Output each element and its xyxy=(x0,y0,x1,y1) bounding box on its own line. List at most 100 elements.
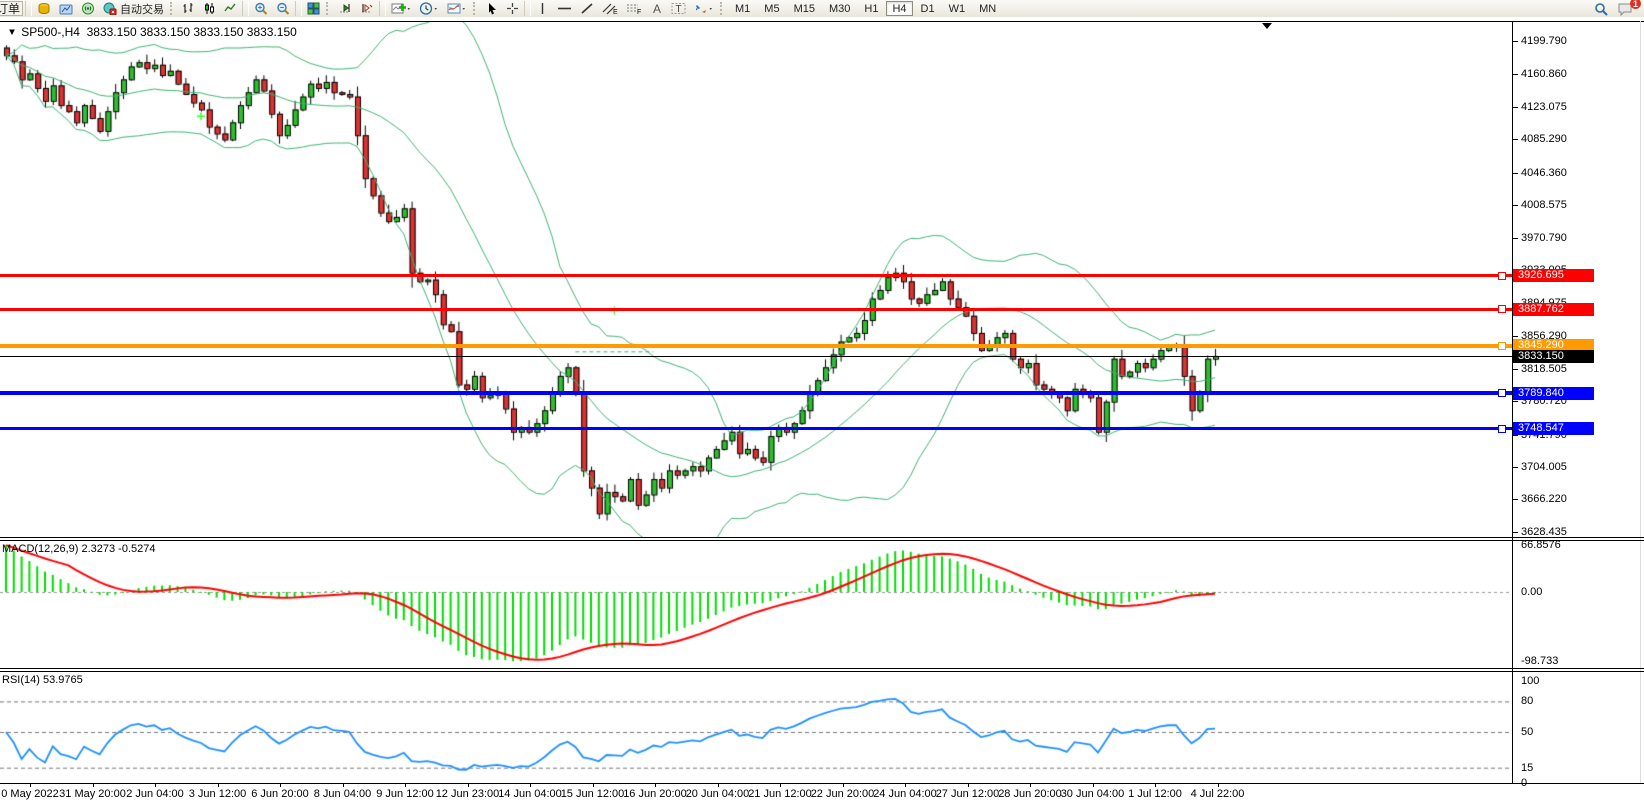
price-tick-label: 4008.575 xyxy=(1521,199,1567,212)
candlestick-chart-button[interactable] xyxy=(200,1,219,16)
horizontal-level-line[interactable] xyxy=(0,274,1512,278)
rsi-axis-label: 15 xyxy=(1521,761,1534,774)
toolbar-separator xyxy=(25,1,33,16)
chart-window: ▼ SP500-,H4 3833.150 3833.150 3833.150 3… xyxy=(0,17,1644,804)
rsi-canvas[interactable] xyxy=(0,673,1512,783)
hline-end-marker[interactable] xyxy=(1498,389,1506,398)
macd-canvas[interactable] xyxy=(0,541,1512,667)
price-tick-label: 4160.860 xyxy=(1521,68,1567,81)
text-button[interactable]: A xyxy=(647,1,666,16)
trendline-button[interactable] xyxy=(577,1,597,16)
timeframe-group: M1 M5 M15 M30 H1 H4 D1 W1 MN xyxy=(728,1,1003,16)
timeframe-mn[interactable]: MN xyxy=(973,1,1002,16)
price-tick xyxy=(1512,499,1518,501)
horizontal-line-button[interactable] xyxy=(554,1,575,16)
periods-button[interactable] xyxy=(416,1,442,16)
price-tick xyxy=(1512,139,1518,141)
time-tick-label: 1 Jul 12:00 xyxy=(1128,788,1182,800)
search-button[interactable] xyxy=(1591,1,1612,16)
chart-shift-button[interactable] xyxy=(357,1,377,16)
add-indicator-button[interactable] xyxy=(388,1,414,16)
notification-badge: 1 xyxy=(1630,0,1641,9)
new-chart-icon xyxy=(38,3,50,15)
periods-clock-icon xyxy=(419,2,438,15)
candlestick-chart-icon xyxy=(205,3,215,14)
price-tick-label: 4199.790 xyxy=(1521,34,1567,47)
crosshair-button[interactable] xyxy=(503,1,522,16)
auto-scroll-button[interactable] xyxy=(335,1,355,16)
time-tick-label: 31 May 20:00 xyxy=(59,788,126,800)
toolbar-grip xyxy=(326,2,332,15)
time-tick-label: 28 Jun 20:00 xyxy=(998,788,1062,800)
trendline-icon xyxy=(581,3,593,14)
hline-end-marker[interactable] xyxy=(1498,341,1506,350)
templates-button[interactable] xyxy=(444,1,470,16)
time-tick xyxy=(780,784,781,787)
time-tick-label: 27 Jun 12:00 xyxy=(935,788,1000,800)
horizontal-level-line[interactable] xyxy=(0,427,1512,431)
price-tick-label: 4123.075 xyxy=(1521,100,1567,113)
signals-button[interactable] xyxy=(78,1,98,16)
timeframe-w1[interactable]: W1 xyxy=(943,1,972,16)
time-tick xyxy=(655,784,656,787)
hline-end-marker[interactable] xyxy=(1498,424,1506,433)
text-label-icon: T xyxy=(671,3,686,15)
tile-windows-button[interactable] xyxy=(304,1,323,16)
price-tick-label: 3970.790 xyxy=(1521,231,1567,244)
time-tick xyxy=(1030,784,1031,787)
hline-end-marker[interactable] xyxy=(1498,305,1506,314)
timeframe-m30[interactable]: M30 xyxy=(823,1,856,16)
toolbar-separator xyxy=(524,1,532,16)
chart-shift-marker[interactable] xyxy=(1262,23,1272,29)
bar-chart-button[interactable] xyxy=(179,1,198,16)
horizontal-level-line[interactable] xyxy=(0,391,1512,396)
new-order-button[interactable]: 订单 xyxy=(0,1,24,16)
vertical-line-button[interactable] xyxy=(533,1,552,16)
time-tick xyxy=(717,784,719,787)
new-chart-button[interactable] xyxy=(34,1,54,16)
timeframe-h4[interactable]: H4 xyxy=(886,1,913,16)
price-tick xyxy=(1512,336,1518,338)
arrows-button[interactable] xyxy=(691,1,717,16)
time-tick-label: 14 Jun 04:00 xyxy=(498,788,562,800)
price-tick xyxy=(1512,531,1518,533)
pane-separator[interactable] xyxy=(0,671,1644,672)
line-chart-button[interactable] xyxy=(221,1,240,16)
price-tick xyxy=(1512,205,1518,207)
mt4-terminal: 订单 自动交易 E F A T M1 M5 M15 M30 H1 H4 D1 W… xyxy=(0,0,1644,804)
fibonacci-button[interactable]: F xyxy=(623,1,645,16)
chat-button[interactable]: 1 xyxy=(1614,0,1641,16)
timeframe-m5[interactable]: M5 xyxy=(758,1,785,16)
time-tick-label: 15 Jun 12:00 xyxy=(560,788,625,800)
profiles-button[interactable] xyxy=(56,1,76,16)
cursor-button[interactable] xyxy=(482,1,501,16)
timeframe-m15[interactable]: M15 xyxy=(788,1,821,16)
hline-end-marker[interactable] xyxy=(1498,271,1506,280)
time-tick xyxy=(280,784,281,787)
svg-text:T: T xyxy=(676,4,682,15)
pane-separator[interactable] xyxy=(0,668,1644,669)
timeframe-h1[interactable]: H1 xyxy=(858,1,884,16)
pane-separator[interactable] xyxy=(0,537,1644,538)
equidistant-channel-icon: E xyxy=(602,3,618,15)
zoom-in-button[interactable] xyxy=(251,1,271,16)
equidistant-channel-button[interactable]: E xyxy=(599,1,621,16)
rsi-axis-label: 50 xyxy=(1521,726,1534,738)
toolbar-separator xyxy=(379,1,387,16)
timeframe-m1[interactable]: M1 xyxy=(729,1,756,16)
pane-separator[interactable] xyxy=(0,540,1644,541)
chart-shift-icon xyxy=(362,4,373,13)
text-label-button[interactable]: T xyxy=(668,1,689,16)
time-tick xyxy=(842,784,844,787)
zoom-out-button[interactable] xyxy=(273,1,293,16)
time-tick xyxy=(342,784,344,787)
autotrading-button[interactable]: 自动交易 xyxy=(100,1,167,16)
toolbar: 订单 自动交易 E F A T M1 M5 M15 M30 H1 H4 D1 W… xyxy=(0,0,1644,18)
macd-label: MACD(12,26,9) 2.3273 -0.5274 xyxy=(2,543,156,555)
horizontal-level-line[interactable] xyxy=(0,307,1512,311)
candlestick-chart-canvas[interactable] xyxy=(0,22,1512,537)
horizontal-level-line[interactable] xyxy=(0,343,1512,348)
timeframe-d1[interactable]: D1 xyxy=(915,1,941,16)
price-tick xyxy=(1512,368,1518,370)
price-tick xyxy=(1512,40,1518,42)
